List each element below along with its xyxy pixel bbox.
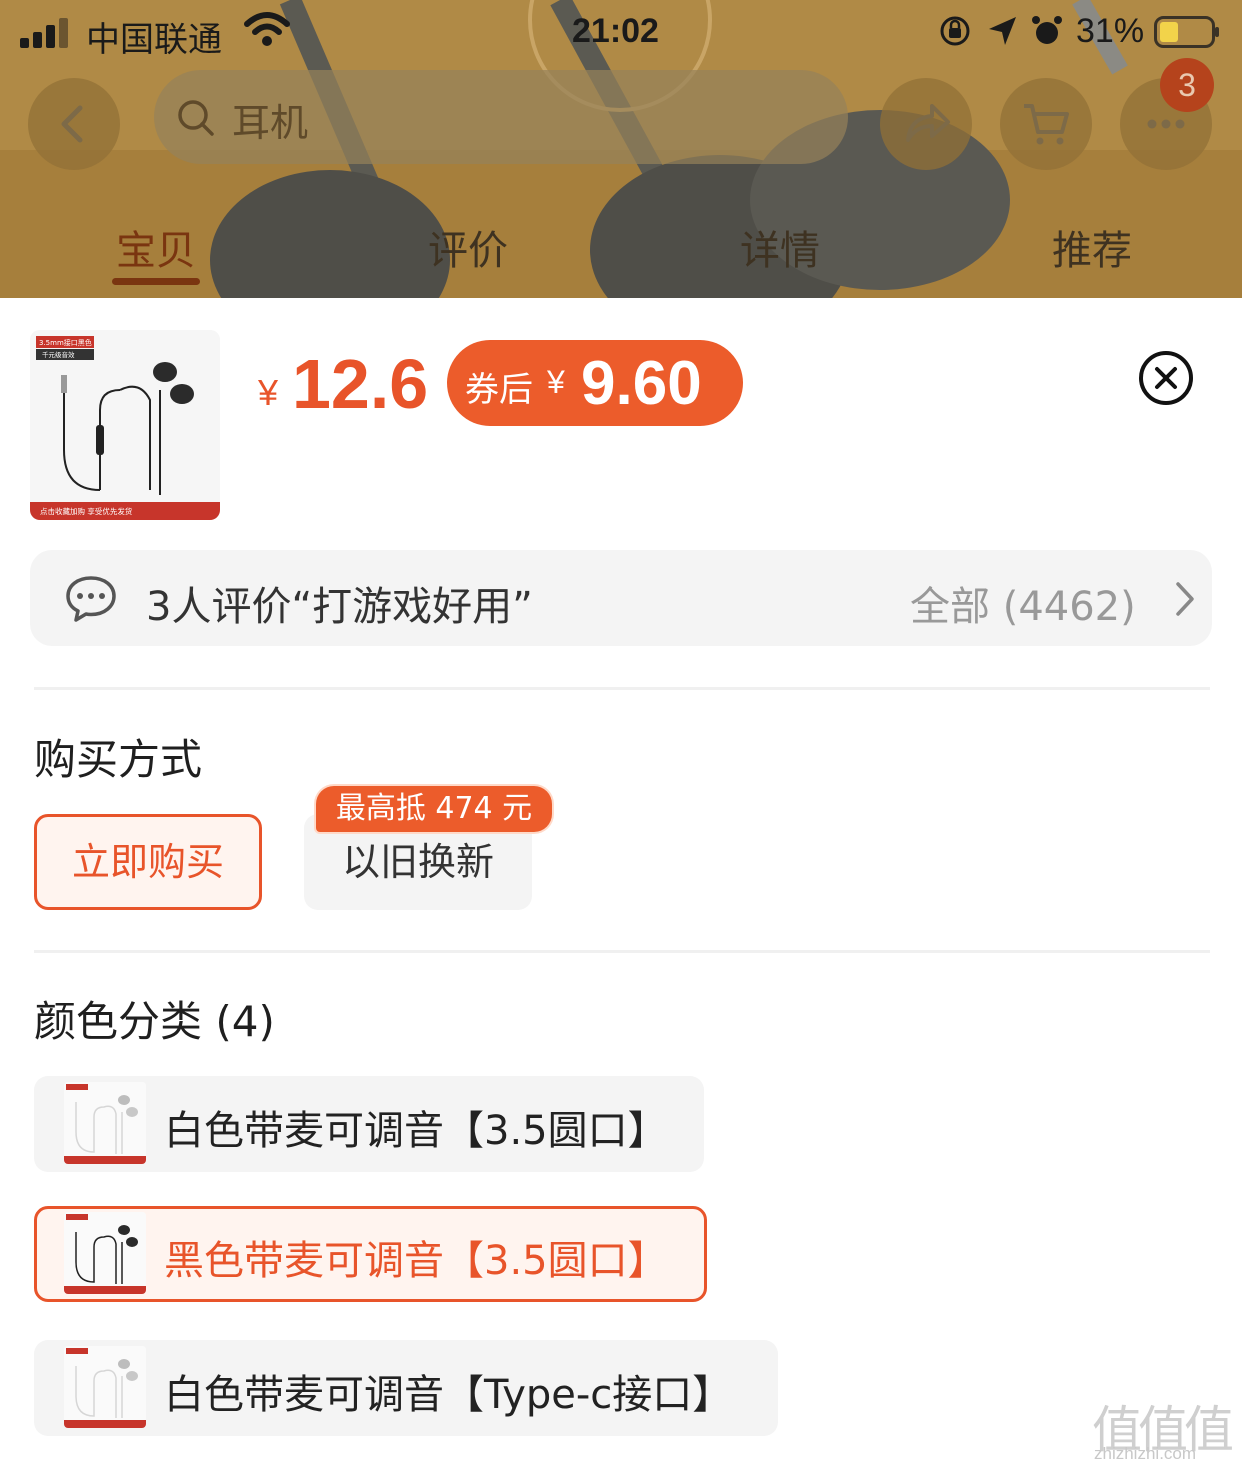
- white-earphones-image: [64, 1082, 146, 1164]
- carrier-label: 中国联通: [86, 21, 222, 59]
- review-summary-row[interactable]: 3人评价“打游戏好用” 全部 (4462): [30, 550, 1212, 646]
- clock: 21:02: [572, 12, 659, 50]
- search-icon: [178, 100, 214, 136]
- variant-thumbnail: [64, 1082, 146, 1164]
- thumb-tag-top: 3.5mm接口黑色: [39, 338, 92, 347]
- active-tab-indicator: [112, 278, 200, 285]
- product-gallery-header: 中国联通 21:02 31% 耳机 3 宝贝 评价 详情 推荐: [0, 0, 1242, 298]
- coupon-label: 券后: [465, 370, 533, 410]
- black-earphones-image: 3.5mm接口黑色 千元级音效 点击收藏加购 享受优先发货: [30, 330, 220, 520]
- review-highlight: 3人评价“打游戏好用”: [146, 584, 533, 630]
- cart-count-badge: 3: [1160, 58, 1214, 112]
- signal-strength-icon: [20, 18, 68, 48]
- trade-in-discount-tag: 最高抵 474 元: [316, 786, 552, 832]
- rotation-lock-icon: [940, 16, 970, 46]
- alarm-icon: [1032, 16, 1062, 44]
- battery-icon: [1154, 16, 1219, 48]
- divider: [34, 687, 1210, 690]
- coupon-price: 9.60: [581, 349, 702, 418]
- variant-label: 白色带麦可调音【3.5圆口】: [164, 1108, 668, 1154]
- black-earphones-image: [64, 1212, 146, 1294]
- cart-icon: [1024, 104, 1069, 145]
- tab-reviews[interactable]: 评价: [388, 218, 548, 276]
- share-icon: [906, 104, 950, 142]
- white-earphones-image: [64, 1346, 146, 1428]
- price: 12.6: [292, 345, 429, 423]
- variant-thumbnail: [64, 1346, 146, 1428]
- location-icon: [989, 17, 1016, 45]
- status-bar: 中国联通 21:02 31%: [0, 0, 1242, 64]
- chat-bubble-icon: [66, 576, 116, 622]
- variant-black-3-5mm[interactable]: 黑色带麦可调音【3.5圆口】: [34, 1206, 707, 1302]
- product-thumbnail[interactable]: 3.5mm接口黑色 千元级音效 点击收藏加购 享受优先发货: [30, 330, 220, 520]
- watermark-url: zhizhizhi.com: [1094, 1444, 1197, 1463]
- chevron-right-icon: [1176, 582, 1194, 616]
- thumb-footer: 点击收藏加购 享受优先发货: [40, 506, 133, 516]
- purchase-method-title: 购买方式: [34, 735, 203, 784]
- share-button[interactable]: [880, 78, 972, 170]
- color-category-title: 颜色分类 (4): [34, 997, 275, 1046]
- tab-baobei[interactable]: 宝贝: [76, 218, 236, 276]
- wifi-icon: [244, 12, 290, 46]
- close-icon[interactable]: [1138, 350, 1194, 406]
- price-currency: ¥: [258, 372, 279, 413]
- chevron-left-icon: [61, 105, 83, 143]
- sku-selection-sheet: 3.5mm接口黑色 千元级音效 点击收藏加购 享受优先发货 ¥ 12.6 券后 …: [0, 298, 1242, 1469]
- variant-label: 黑色带麦可调音【3.5圆口】: [164, 1238, 668, 1284]
- back-button[interactable]: [28, 78, 120, 170]
- coupon-currency: ¥: [547, 364, 565, 400]
- cart-button[interactable]: [1000, 78, 1092, 170]
- tab-recommend[interactable]: 推荐: [1012, 218, 1172, 276]
- search-query: 耳机: [232, 101, 309, 145]
- tab-details[interactable]: 详情: [700, 218, 860, 276]
- search-bar[interactable]: 耳机: [154, 70, 848, 164]
- variant-label: 白色带麦可调音【Type-c接口】: [164, 1372, 733, 1418]
- thumb-tag-sub: 千元级音效: [42, 350, 75, 359]
- variant-white-3-5mm[interactable]: 白色带麦可调音【3.5圆口】: [34, 1076, 704, 1172]
- all-reviews-link[interactable]: 全部 (4462): [910, 574, 1136, 632]
- coupon-price-pill: 券后 ¥ 9.60: [447, 340, 743, 426]
- variant-thumbnail: [64, 1212, 146, 1294]
- divider: [34, 950, 1210, 953]
- battery-percent: 31%: [1076, 12, 1145, 50]
- buy-now-option[interactable]: 立即购买: [34, 814, 262, 910]
- variant-white-type-c[interactable]: 白色带麦可调音【Type-c接口】: [34, 1340, 778, 1436]
- site-watermark: 值值值 zhizhizhi.com: [1092, 1390, 1238, 1466]
